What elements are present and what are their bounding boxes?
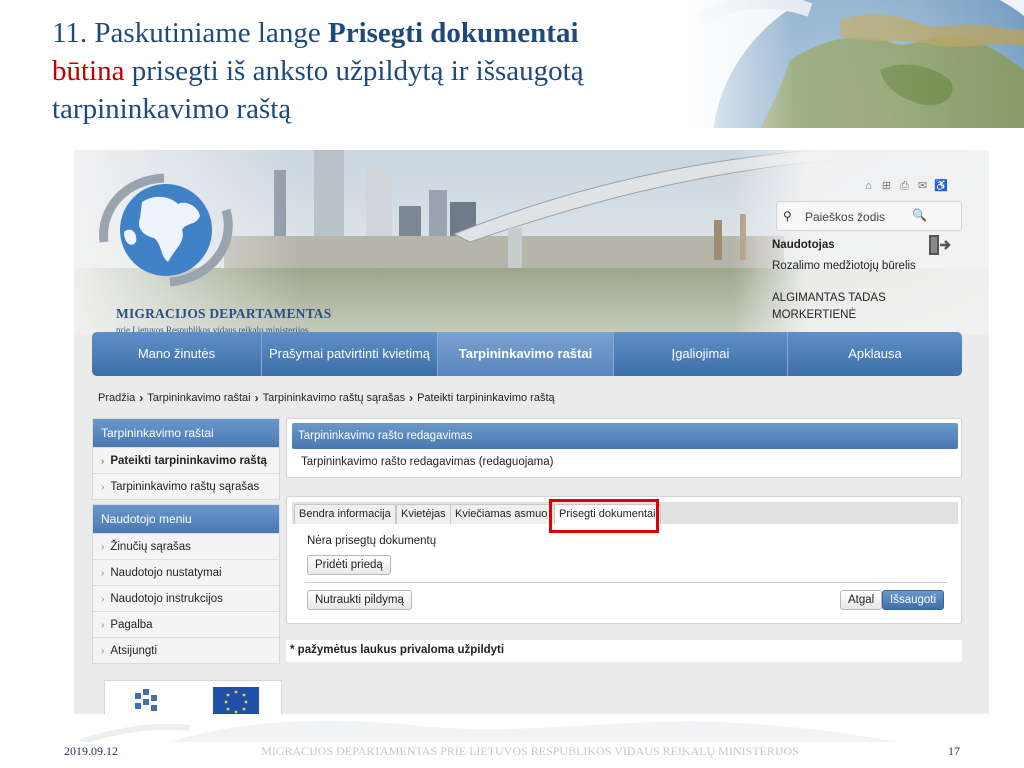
slide-footer: 2019.09.12 MIGRACIJOS DEPARTAMENTAS PRIE… — [0, 744, 1024, 762]
title-bold: Prisegti dokumentai — [327, 17, 579, 49]
chevron-right-icon: › — [101, 620, 105, 631]
partner-logos — [104, 680, 282, 714]
sidebar-item-nustatymai[interactable]: › Naudotojo nustatymai — [93, 559, 279, 585]
user-name: ALGIMANTAS TADAS MORKERTIENĖ — [772, 292, 886, 321]
edit-panel: Tarpininkavimo rašto redagavimas Tarpini… — [286, 418, 962, 478]
chevron-right-icon: › — [101, 646, 105, 657]
page-number: 17 — [948, 744, 960, 758]
search-box: ⚲ 🔍 — [776, 201, 962, 231]
save-button[interactable]: Išsaugoti — [882, 590, 945, 610]
nav-item-igaliojimai[interactable]: Įgaliojimai — [614, 332, 788, 376]
chevron-right-icon: › — [101, 568, 105, 579]
required-fields-note: * pažymėtus laukus privaloma užpildyti — [286, 640, 962, 662]
sidebar-item-zinuciu-sarasas[interactable]: › Žinučių sąrašas — [93, 533, 279, 559]
tabs-panel: Bendra informacija Kvietėjas Kviečiamas … — [286, 496, 962, 624]
footer-decoration — [0, 714, 1024, 745]
sidebar-item-atsijungti[interactable]: › Atsijungti — [93, 637, 279, 663]
mail-icon[interactable]: ✉ — [916, 180, 929, 192]
sidebar-item-label: Atsijungti — [110, 645, 158, 657]
search-icon[interactable]: 🔍 — [912, 208, 927, 222]
slide-title: 11. Paskutiniame lange Prisegti dokument… — [52, 14, 692, 128]
chevron-right-icon: › — [101, 482, 105, 493]
footer-organization: MIGRACIJOS DEPARTAMENTAS PRIE LIETUVOS R… — [261, 744, 799, 758]
abort-button[interactable]: Nutraukti pildymą — [307, 590, 412, 610]
sidebar-item-label: Pagalba — [110, 619, 153, 631]
nav-item-prasymai[interactable]: Prašymai patvirtinti kvietimą — [262, 332, 438, 376]
breadcrumb: Pradžia › Tarpininkavimo raštai › Tarpin… — [98, 392, 555, 404]
main-nav: Mano žinutės Prašymai patvirtinti kvieti… — [92, 332, 962, 376]
sidebar-heading: Naudotojo meniu — [93, 505, 279, 533]
breadcrumb-item[interactable]: Tarpininkavimo raštų sąrašas — [263, 392, 405, 404]
sidebar-item-instrukcijos[interactable]: › Naudotojo instrukcijos — [93, 585, 279, 611]
sitemap-icon[interactable]: ⊞ — [880, 180, 893, 192]
chevron-right-icon: › — [101, 456, 105, 467]
chevron-right-icon: › — [254, 391, 259, 405]
breadcrumb-item[interactable]: Pradžia — [98, 392, 135, 404]
back-button[interactable]: Atgal — [840, 590, 883, 610]
tab-kvieciamas-asmuo[interactable]: Kviečiamas asmuo — [450, 504, 553, 524]
sidebar-section-meniu: Naudotojo meniu › Žinučių sąrašas › Naudot… — [92, 504, 280, 664]
chevron-right-icon: › — [409, 391, 414, 405]
chevron-right-icon: › — [139, 391, 144, 405]
no-documents-label: Nėra prisegtų dokumentų — [307, 535, 437, 547]
sidebar-item-label: Pateikti tarpininkavimo raštą — [110, 455, 267, 467]
add-attachment-button[interactable]: Pridėti priedą — [307, 555, 391, 575]
print-icon[interactable]: ⎙ — [898, 180, 911, 192]
breadcrumb-item[interactable]: Tarpininkavimo raštai — [147, 392, 250, 404]
nav-item-mano-zinutes[interactable]: Mano žinutės — [92, 332, 262, 376]
globe-decoration — [670, 0, 1024, 128]
highlight-box — [549, 499, 659, 533]
chevron-right-icon: › — [101, 542, 105, 553]
nav-item-apklausa[interactable]: Apklausa — [788, 332, 962, 376]
sidebar-item-label: Žinučių sąrašas — [110, 541, 191, 553]
tab-kvietejas[interactable]: Kvietėjas — [396, 504, 451, 524]
search-input[interactable] — [805, 208, 925, 226]
logo-title: MIGRACIJOS DEPARTAMENTAS — [116, 306, 332, 321]
sidebar-heading: Tarpininkavimo raštai — [93, 419, 279, 447]
user-group: Rozalimo medžiotojų būrelis — [772, 260, 916, 272]
tab-bendra-informacija[interactable]: Bendra informacija — [294, 504, 396, 524]
sidebar-item-pagalba[interactable]: › Pagalba — [93, 611, 279, 637]
top-icon-bar: ⌂ ⊞ ⎙ ✉ ♿ — [862, 180, 948, 192]
panel-title: Tarpininkavimo rašto redagavimas — [292, 423, 958, 449]
logout-icon[interactable] — [928, 234, 952, 256]
breadcrumb-item: Pateikti tarpininkavimo raštą — [417, 392, 555, 404]
sidebar-item-label: Naudotojo nustatymai — [110, 567, 222, 579]
title-prefix: 11. Paskutiniame lange — [52, 17, 328, 49]
panel-status: Tarpininkavimo rašto redagavimas (redagu… — [301, 456, 554, 468]
title-rest: prisegti iš anksto užpildytą ir išsaugot… — [52, 55, 584, 125]
logo: MIGRACIJOS DEPARTAMENTAS prie Lietuvos R… — [94, 170, 334, 335]
sidebar-item-sarasas[interactable]: › Tarpininkavimo raštų sąrašas — [93, 473, 279, 499]
sidebar-item-pateikti[interactable]: › Pateikti tarpininkavimo raštą — [93, 447, 279, 473]
binoculars-icon: ⚲ — [783, 209, 792, 223]
sidebar-item-label: Tarpininkavimo raštų sąrašas — [110, 481, 260, 493]
sidebar-section-rastai: Tarpininkavimo raštai › Pateikti tarpinin… — [92, 418, 280, 500]
home-icon[interactable]: ⌂ — [862, 180, 875, 192]
sidebar-item-label: Naudotojo instrukcijos — [110, 593, 223, 605]
title-red: būtina — [52, 55, 125, 87]
chevron-right-icon: › — [101, 594, 105, 605]
header-banner: MIGRACIJOS DEPARTAMENTAS prie Lietuvos R… — [74, 150, 989, 335]
nav-item-tarpininkavimo-rastai[interactable]: Tarpininkavimo raštai — [438, 332, 614, 376]
accessibility-icon[interactable]: ♿ — [934, 180, 948, 192]
divider — [305, 582, 947, 583]
footer-date: 2019.09.12 — [64, 744, 118, 758]
app-screenshot: MIGRACIJOS DEPARTAMENTAS prie Lietuvos R… — [74, 150, 989, 714]
